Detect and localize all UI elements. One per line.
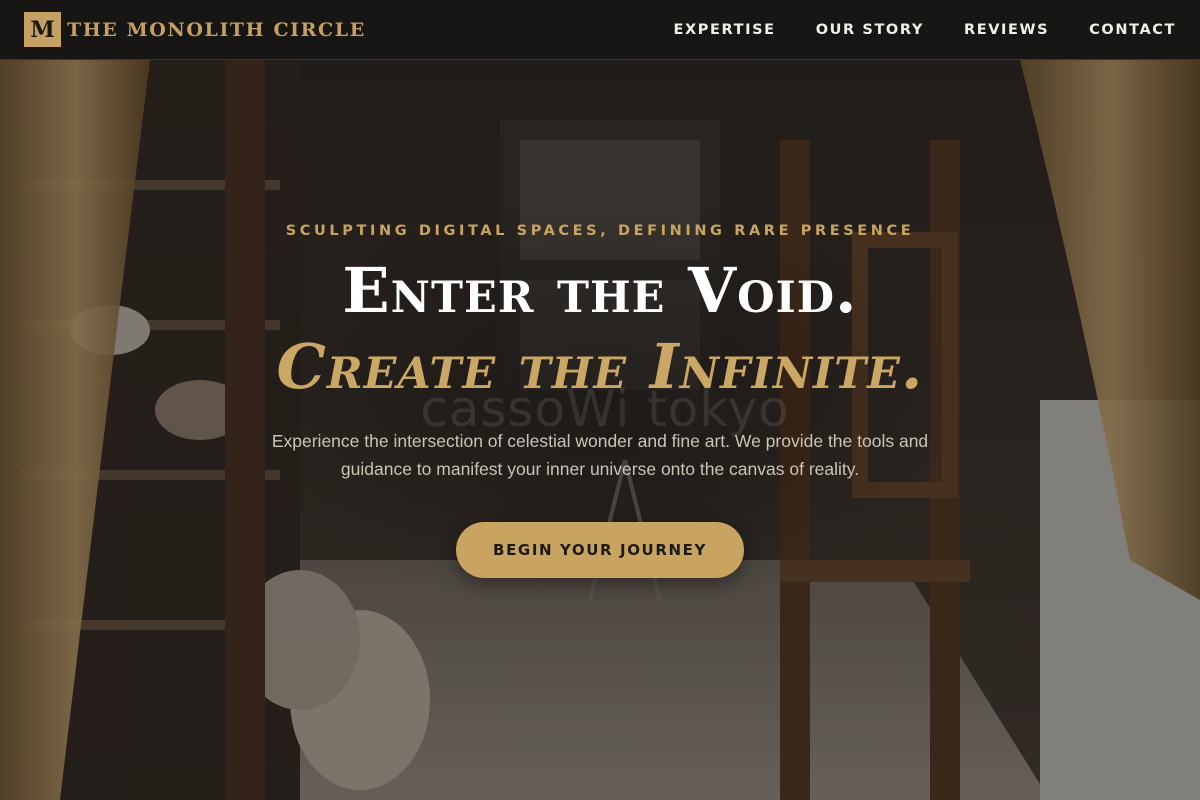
nav-link-expertise[interactable]: EXPERTISE — [674, 22, 776, 38]
hero-eyebrow: SCULPTING DIGITAL SPACES, DEFINING RARE … — [285, 223, 915, 239]
nav-links: EXPERTISE OUR STORY REVIEWS CONTACT — [674, 22, 1176, 38]
hero-headline-line-2: Create the Infinite. — [276, 330, 924, 403]
hero-content: SCULPTING DIGITAL SPACES, DEFINING RARE … — [0, 0, 1200, 800]
hero-subtext: Experience the intersection of celestial… — [271, 431, 929, 479]
begin-journey-button[interactable]: BEGIN YOUR JOURNEY — [456, 522, 744, 578]
brand-logo-link[interactable]: M THE MONOLITH CIRCLE — [24, 12, 366, 47]
nav-link-reviews[interactable]: REVIEWS — [964, 22, 1049, 38]
hero-headline-line-1: Enter the Void. — [342, 254, 858, 327]
nav-link-our-story[interactable]: OUR STORY — [816, 22, 924, 38]
nav-link-contact[interactable]: CONTACT — [1089, 22, 1176, 38]
brand-name: THE MONOLITH CIRCLE — [67, 18, 366, 41]
top-navbar: M THE MONOLITH CIRCLE EXPERTISE OUR STOR… — [0, 0, 1200, 60]
logo-mark-icon: M — [24, 12, 61, 47]
